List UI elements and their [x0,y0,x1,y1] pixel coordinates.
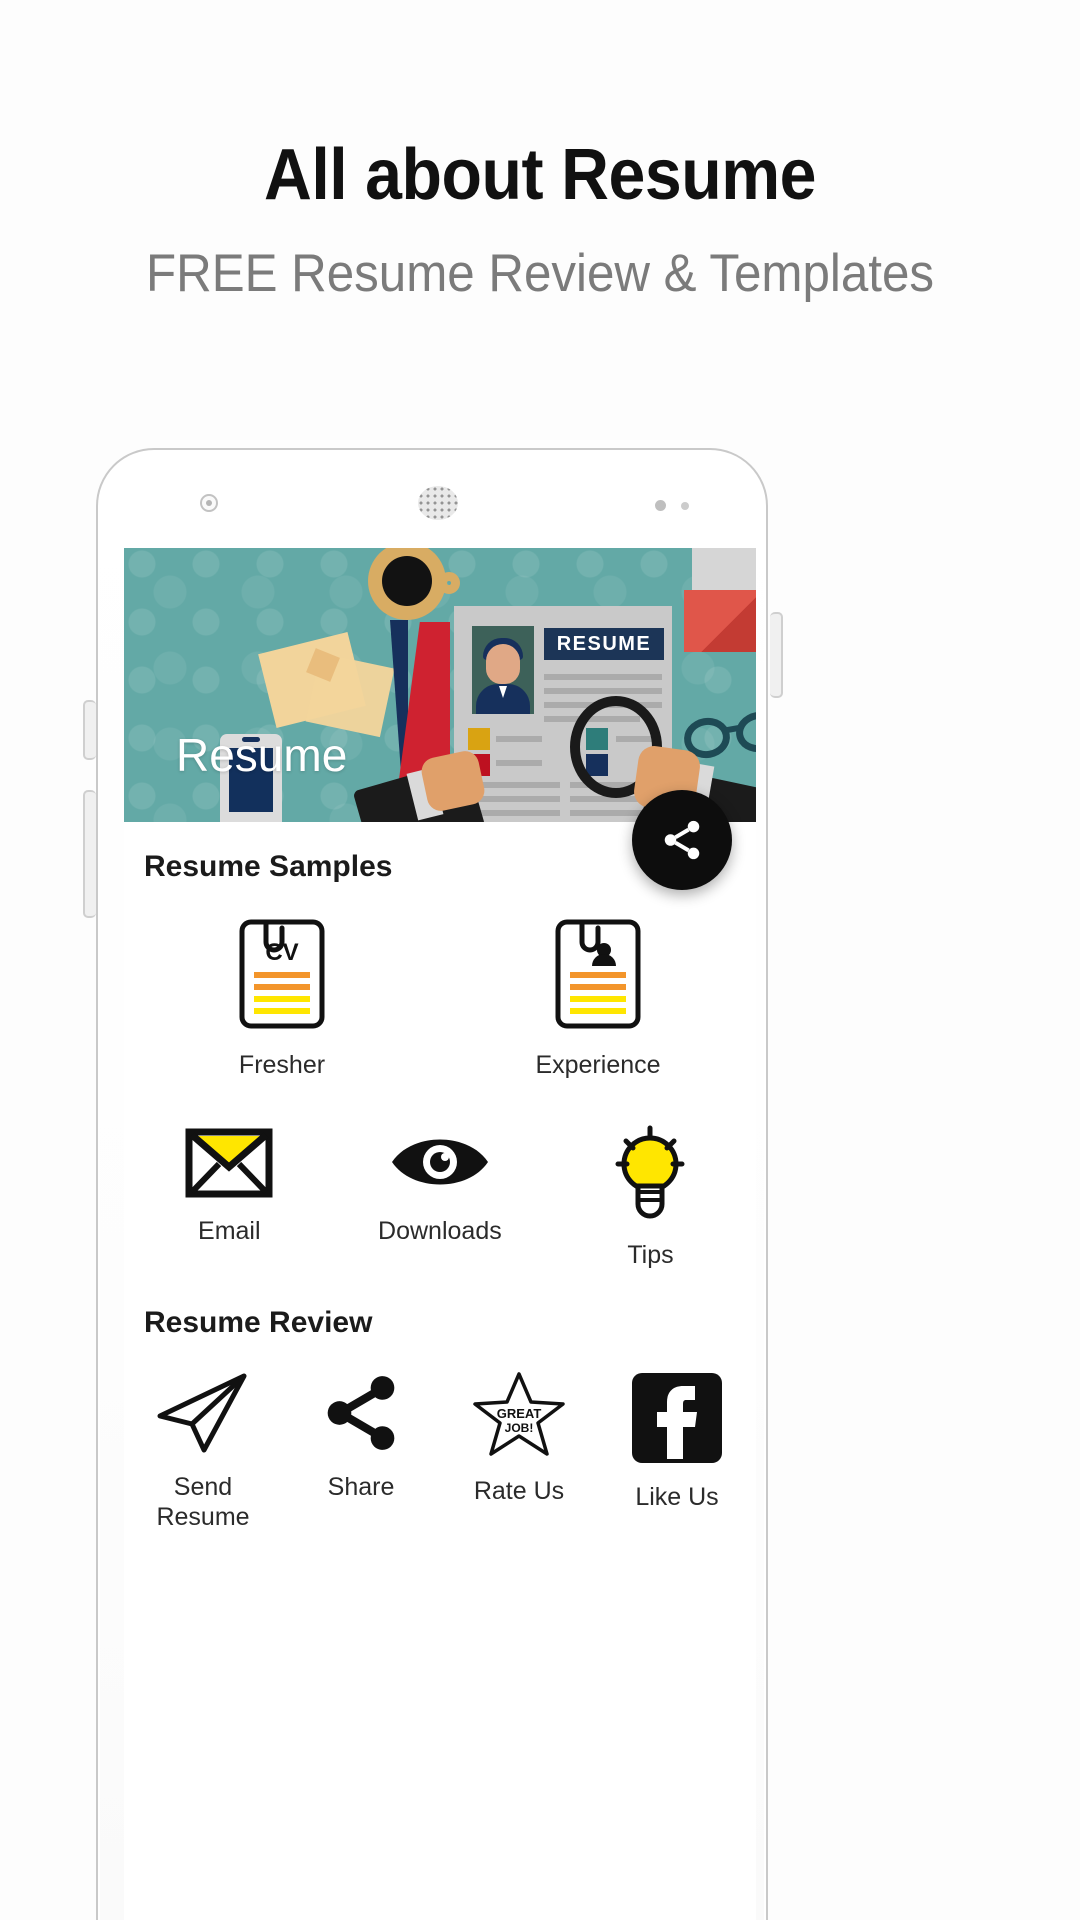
color-square [468,728,490,750]
envelope-icon [684,590,756,652]
text-line [496,760,542,766]
grid-item-send-resume[interactable]: Send Resume [124,1370,282,1532]
page-subtitle: FREE Resume Review & Templates [145,244,935,303]
hero-overlay-title: Resume [176,729,348,781]
coffee-handle-icon [438,572,460,594]
power-button[interactable] [770,612,783,698]
grid-item-fresher[interactable]: CV Fresher [124,914,440,1080]
grid-item-tips[interactable]: Tips [545,1124,756,1270]
grid-item-label: Rate Us [473,1477,565,1505]
facebook-icon [629,1370,725,1466]
resume-samples-row-1: CV Fresher Experience [124,914,756,1080]
paper-plane-icon [154,1370,252,1456]
resume-samples-row-2: Email Downloads Tips [124,1124,756,1270]
grid-item-label: Like Us [635,1483,719,1511]
text-line [544,688,662,694]
svg-text:CV: CV [265,939,298,966]
cv-person-document-icon [552,914,644,1034]
cv-document-icon: CV [236,914,328,1034]
share-icon [664,820,700,860]
grid-item-like-us[interactable]: Like Us [598,1370,756,1532]
proximity-sensor-icon [655,500,666,511]
section-title-resume-review: Resume Review [144,1306,373,1339]
grid-item-share[interactable]: Share [282,1370,440,1532]
grid-item-label: Share [327,1473,395,1501]
great-job-star-icon: GREAT JOB! [471,1370,567,1460]
grid-item-downloads[interactable]: Downloads [335,1124,546,1270]
badge-line-2: JOB! [505,1421,534,1435]
text-line [544,674,662,680]
lightbulb-icon [604,1124,696,1224]
share-icon [315,1370,407,1456]
grid-item-label: Fresher [238,1051,326,1079]
envelope-icon [183,1124,275,1200]
resume-review-row: Send Resume Share GREAT JOB! Rate Us Lik… [124,1370,756,1532]
grid-item-rate-us[interactable]: GREAT JOB! Rate Us [440,1370,598,1532]
volume-up-button[interactable] [83,700,96,760]
grid-item-label: Downloads [378,1217,502,1245]
text-line [496,736,542,742]
grid-item-label: Tips [627,1241,674,1269]
badge-line-1: GREAT [497,1406,542,1421]
earpiece-speaker-icon [418,486,458,520]
resume-label-tag: RESUME [544,628,664,660]
front-camera-icon [200,494,218,512]
hero-banner: RESUME Resume [124,548,756,822]
eye-icon [388,1124,492,1200]
light-sensor-icon [681,502,689,510]
grid-item-label: Experience [535,1051,661,1079]
grid-item-email[interactable]: Email [124,1124,335,1270]
grid-item-label: Send Resume [156,1473,250,1531]
grid-item-label: Email [198,1217,261,1245]
volume-down-button[interactable] [83,790,96,918]
page-title: All about Resume [263,135,817,215]
avatar-head [486,644,520,684]
share-fab-button[interactable] [632,790,732,890]
promo-screenshot: All about Resume FREE Resume Review & Te… [0,0,1080,1920]
grid-item-experience[interactable]: Experience [440,914,756,1080]
app-screen: RESUME Resume Resume Samples CV Fresher … [124,548,756,1920]
